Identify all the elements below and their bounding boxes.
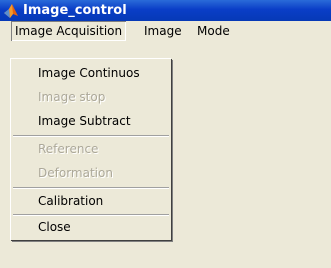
menu-item-reference[interactable]: Reference xyxy=(11,137,171,161)
menu-mode[interactable]: Mode xyxy=(193,21,234,41)
menu-item-calibration[interactable]: Calibration xyxy=(11,189,171,213)
matlab-icon xyxy=(3,3,19,19)
menu-item-image-stop[interactable]: Image stop xyxy=(11,85,171,109)
menu-item-close[interactable]: Close xyxy=(11,215,171,239)
image-acquisition-dropdown: Image Continuos Image stop Image Subtrac… xyxy=(10,58,171,240)
menu-image-acquisition[interactable]: Image Acquisition xyxy=(11,21,126,41)
menu-item-deformation[interactable]: Deformation xyxy=(11,161,171,185)
menu-image[interactable]: Image xyxy=(140,21,186,41)
menu-item-image-continuos[interactable]: Image Continuos xyxy=(11,61,171,85)
window-title: Image_control xyxy=(23,3,127,18)
title-bar[interactable]: Image_control xyxy=(0,0,331,21)
menu-bar: Image Acquisition Image Mode xyxy=(0,21,331,41)
menu-item-image-subtract[interactable]: Image Subtract xyxy=(11,109,171,133)
